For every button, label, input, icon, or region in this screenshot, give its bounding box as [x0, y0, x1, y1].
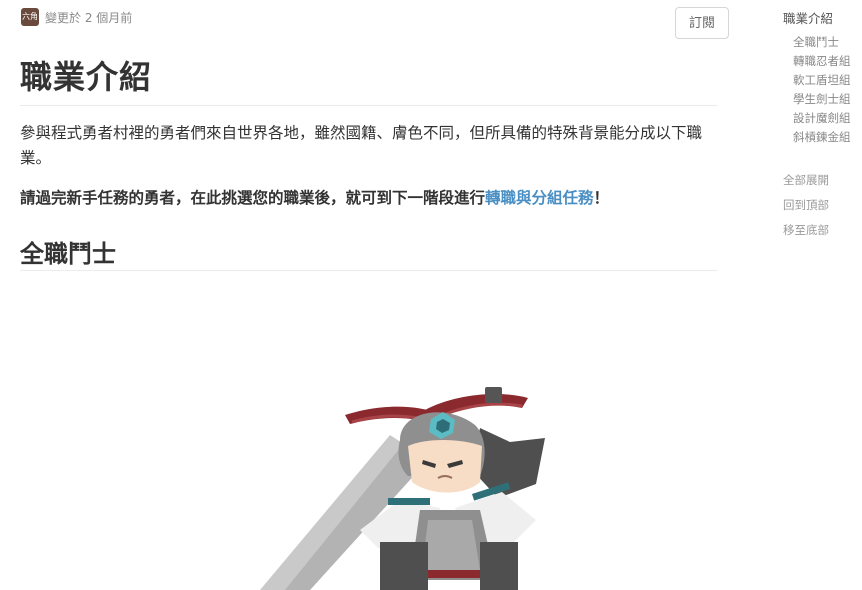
- table-of-contents: 職業介紹 全職鬥士 轉職忍者組 軟工盾坦組 學生劍士組 設計魔劍組 斜槓鍊金組: [783, 8, 862, 147]
- title-divider: [20, 105, 718, 106]
- toc-item-shield[interactable]: 軟工盾坦組: [793, 71, 862, 90]
- toc-item-design-mage[interactable]: 設計魔劍組: [793, 109, 862, 128]
- updated-time: 變更於 2 個月前: [45, 10, 133, 25]
- section-divider: [20, 270, 718, 271]
- toc-item-ninja[interactable]: 轉職忍者組: [793, 52, 862, 71]
- back-to-top-link[interactable]: 回到頂部: [783, 193, 829, 218]
- toc-actions: 全部展開 回到頂部 移至底部: [783, 168, 829, 243]
- cta-paragraph: 請過完新手任務的勇者，在此挑選您的職業後，就可到下一階段進行轉職與分組任務！: [20, 186, 720, 211]
- page-title: 職業介紹: [20, 58, 153, 96]
- toc-title[interactable]: 職業介紹: [783, 8, 862, 27]
- go-to-bottom-link[interactable]: 移至底部: [783, 218, 829, 243]
- toc-item-fighter[interactable]: 全職鬥士: [793, 33, 862, 52]
- toc-item-alchemist[interactable]: 斜槓鍊金組: [793, 128, 862, 147]
- job-change-link[interactable]: 轉職與分組任務: [485, 189, 594, 207]
- cta-suffix: ！: [593, 189, 610, 207]
- note-meta: 六角 變更於 2 個月前: [21, 8, 132, 26]
- note-page: 六角 變更於 2 個月前 訂閱 職業介紹 參與程式勇者村裡的勇者們來自世界各地，…: [0, 0, 862, 590]
- avatar[interactable]: 六角: [21, 8, 39, 26]
- warrior-character-illustration: [260, 387, 545, 590]
- cta-prefix: 請過完新手任務的勇者，在此挑選您的職業後，就可到下一階段進行: [20, 189, 486, 207]
- toc-item-student-swordsman[interactable]: 學生劍士組: [793, 90, 862, 109]
- expand-all-link[interactable]: 全部展開: [783, 168, 829, 193]
- subscribe-button[interactable]: 訂閱: [675, 7, 729, 39]
- intro-paragraph: 參與程式勇者村裡的勇者們來自世界各地，雖然國籍、膚色不同，但所具備的特殊背景能分…: [20, 124, 703, 167]
- section-heading-fighter: 全職鬥士: [20, 240, 116, 268]
